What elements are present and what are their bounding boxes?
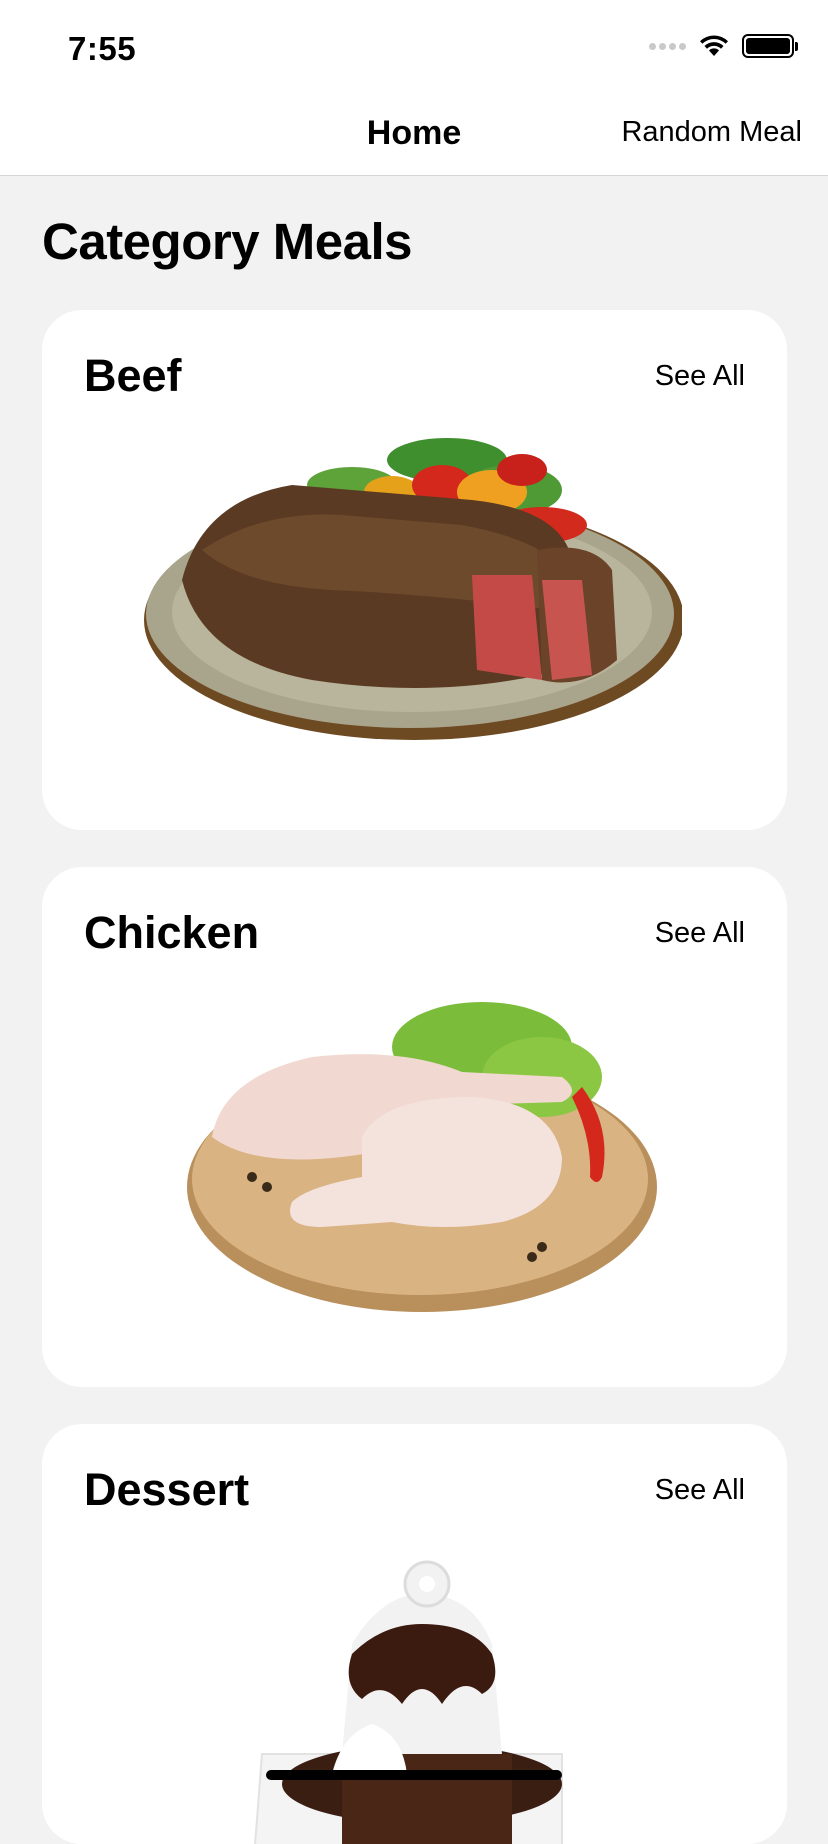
category-card-beef[interactable]: Beef See All	[42, 310, 787, 830]
status-indicators	[649, 34, 794, 58]
wifi-icon	[698, 34, 730, 58]
battery-icon	[742, 34, 794, 58]
category-title: Dessert	[84, 1464, 249, 1516]
status-time: 7:55	[68, 30, 136, 68]
category-title: Beef	[84, 350, 182, 402]
category-title: Chicken	[84, 907, 259, 959]
raw-chicken-legs-board-icon	[142, 987, 682, 1327]
category-card-chicken[interactable]: Chicken See All	[42, 867, 787, 1387]
navigation-bar: Home Random Meal	[0, 96, 828, 176]
status-bar: 7:55	[0, 0, 828, 96]
page-title: Category Meals	[42, 212, 412, 271]
home-indicator	[266, 1770, 562, 1780]
see-all-button[interactable]: See All	[655, 360, 745, 393]
see-all-button[interactable]: See All	[655, 1474, 745, 1507]
category-card-dessert[interactable]: Dessert See All	[42, 1424, 787, 1844]
signal-icon	[649, 43, 686, 50]
see-all-button[interactable]: See All	[655, 917, 745, 950]
beef-steak-plate-icon	[142, 430, 682, 770]
chocolate-sundae-icon	[142, 1554, 682, 1844]
random-meal-button[interactable]: Random Meal	[621, 116, 802, 149]
